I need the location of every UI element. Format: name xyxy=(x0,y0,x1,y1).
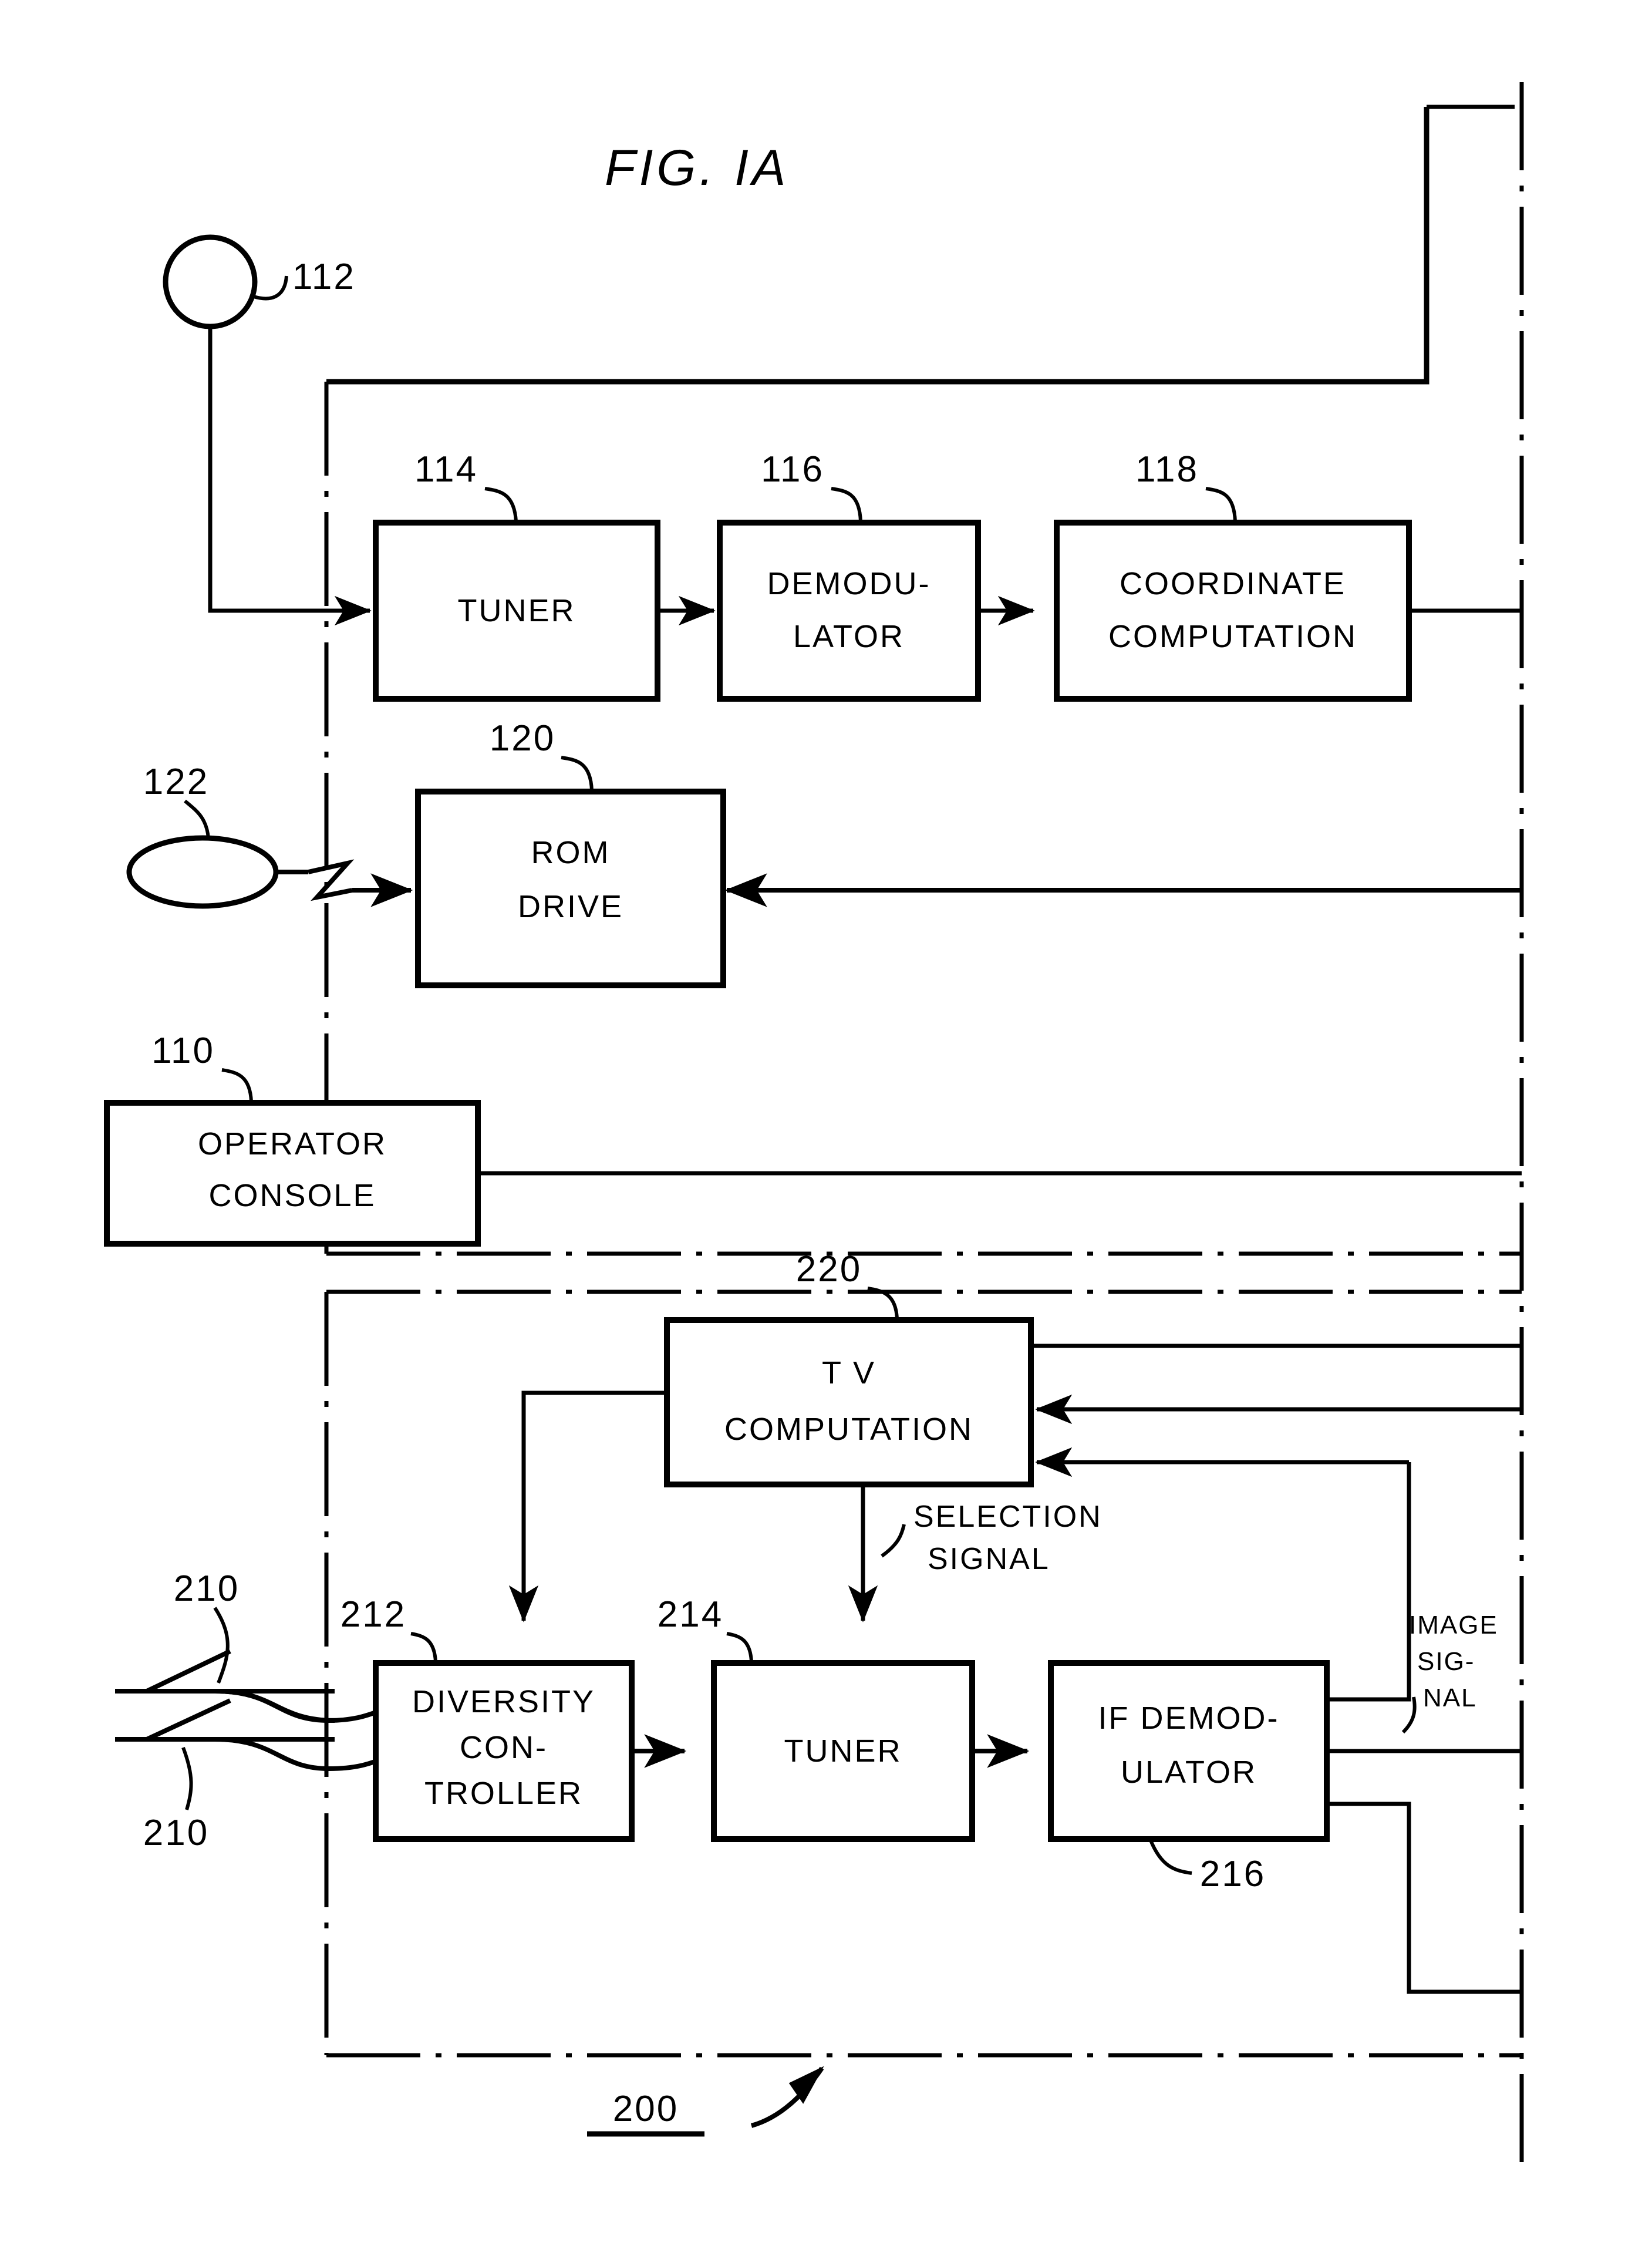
ref-110-label: 110 xyxy=(151,1031,215,1071)
ref-200-label: 200 xyxy=(613,2089,679,2129)
selection-signal-label-line1: SELECTION xyxy=(913,1500,1103,1534)
block-tv-computation-220 xyxy=(664,1317,1034,1487)
block-if-demodulator-216-label-line1: IF DEMOD- xyxy=(1098,1701,1280,1736)
ref-120-label: 120 xyxy=(490,718,555,759)
image-signal-label-line1: IMAGE xyxy=(1409,1611,1498,1639)
block-diversity-controller-212-label-line2: CON- xyxy=(460,1730,548,1765)
block-demodulator-116-label-line2: LATOR xyxy=(793,619,905,654)
block-coordinate-computation-118 xyxy=(1054,520,1412,702)
block-demodulator-116 xyxy=(717,520,981,702)
block-if-demodulator-216-label-line2: ULATOR xyxy=(1121,1755,1257,1790)
block-coordinate-118-label-line2: COMPUTATION xyxy=(1108,619,1357,654)
block-diversity-controller-212-label-line3: TROLLER xyxy=(424,1776,583,1811)
block-diversity-controller-212-label-line1: DIVERSITY xyxy=(412,1684,595,1719)
ref-210-upper-label: 210 xyxy=(174,1568,240,1609)
block-tv-computation-220-label-line2: COMPUTATION xyxy=(724,1412,973,1447)
ref-220-label: 220 xyxy=(796,1249,862,1290)
image-signal-label-line3: NAL xyxy=(1423,1684,1477,1712)
block-tv-computation-220-label-line1: T V xyxy=(822,1355,876,1391)
block-rom-drive-120 xyxy=(415,789,726,988)
block-demodulator-116-label-line1: DEMODU- xyxy=(767,566,931,601)
block-coordinate-118-label-line1: COORDINATE xyxy=(1120,566,1346,601)
ref-114-label: 114 xyxy=(414,449,478,490)
ref-210-lower-label: 210 xyxy=(143,1813,209,1853)
ref-118-label: 118 xyxy=(1135,449,1199,490)
patent-figure-canvas: FIG. IA 112 TUNER 114 DEMODU- LATOR 116 … xyxy=(0,0,1652,2249)
block-operator-console-110-label-line2: CONSOLE xyxy=(208,1178,376,1213)
ref-216-label: 216 xyxy=(1200,1854,1266,1894)
ref-212-label: 212 xyxy=(340,1594,406,1635)
block-tuner-214-label: TUNER xyxy=(784,1733,902,1769)
ref-214-label: 214 xyxy=(658,1594,723,1635)
figure-svg: FIG. IA 112 TUNER 114 DEMODU- LATOR 116 … xyxy=(0,0,1652,2249)
figure-title: FIG. IA xyxy=(605,140,789,196)
ref-112-label: 112 xyxy=(292,257,356,297)
selection-signal-label-line2: SIGNAL xyxy=(928,1542,1050,1576)
ref-122-label: 122 xyxy=(143,762,209,802)
block-operator-console-110-label-line1: OPERATOR xyxy=(198,1126,387,1161)
block-rom-drive-120-label-line1: ROM xyxy=(531,835,611,870)
rom-disc-icon xyxy=(126,835,279,909)
ref-116-label: 116 xyxy=(761,449,824,490)
block-operator-console-110 xyxy=(104,1100,481,1247)
image-signal-label-line2: SIG- xyxy=(1417,1647,1475,1676)
block-tuner-114-label: TUNER xyxy=(458,593,576,628)
block-rom-drive-120-label-line2: DRIVE xyxy=(518,889,623,924)
block-if-demodulator-216 xyxy=(1048,1660,1330,1842)
